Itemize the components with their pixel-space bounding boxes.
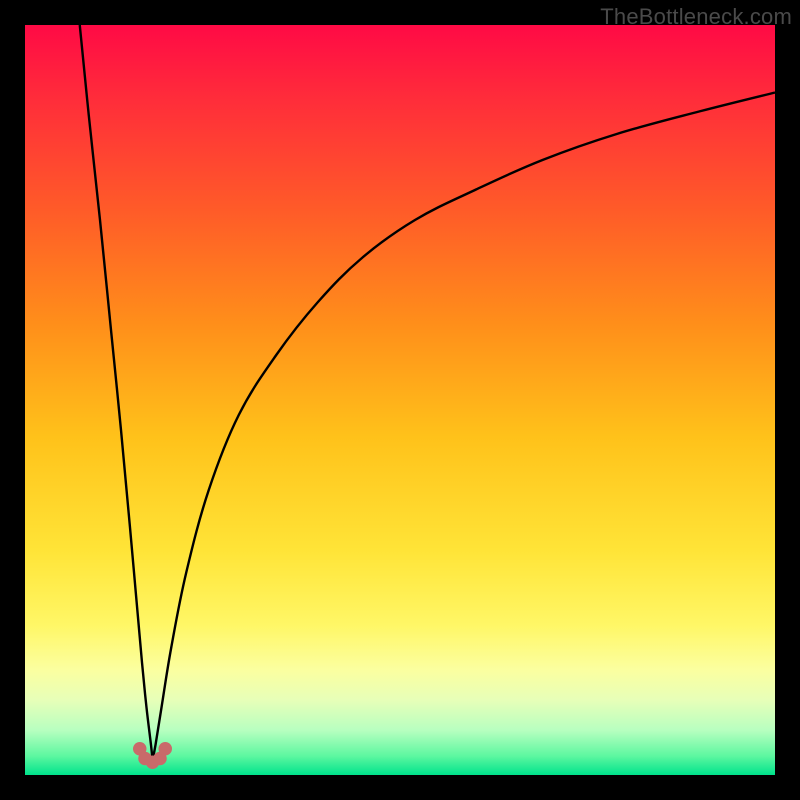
plot-area xyxy=(25,25,775,775)
notch-marker xyxy=(159,742,172,756)
left-branch-curve xyxy=(80,25,153,760)
curve-layer xyxy=(25,25,775,775)
watermark-text: TheBottleneck.com xyxy=(600,4,792,30)
outer-frame: TheBottleneck.com xyxy=(0,0,800,800)
right-branch-curve xyxy=(153,93,776,761)
